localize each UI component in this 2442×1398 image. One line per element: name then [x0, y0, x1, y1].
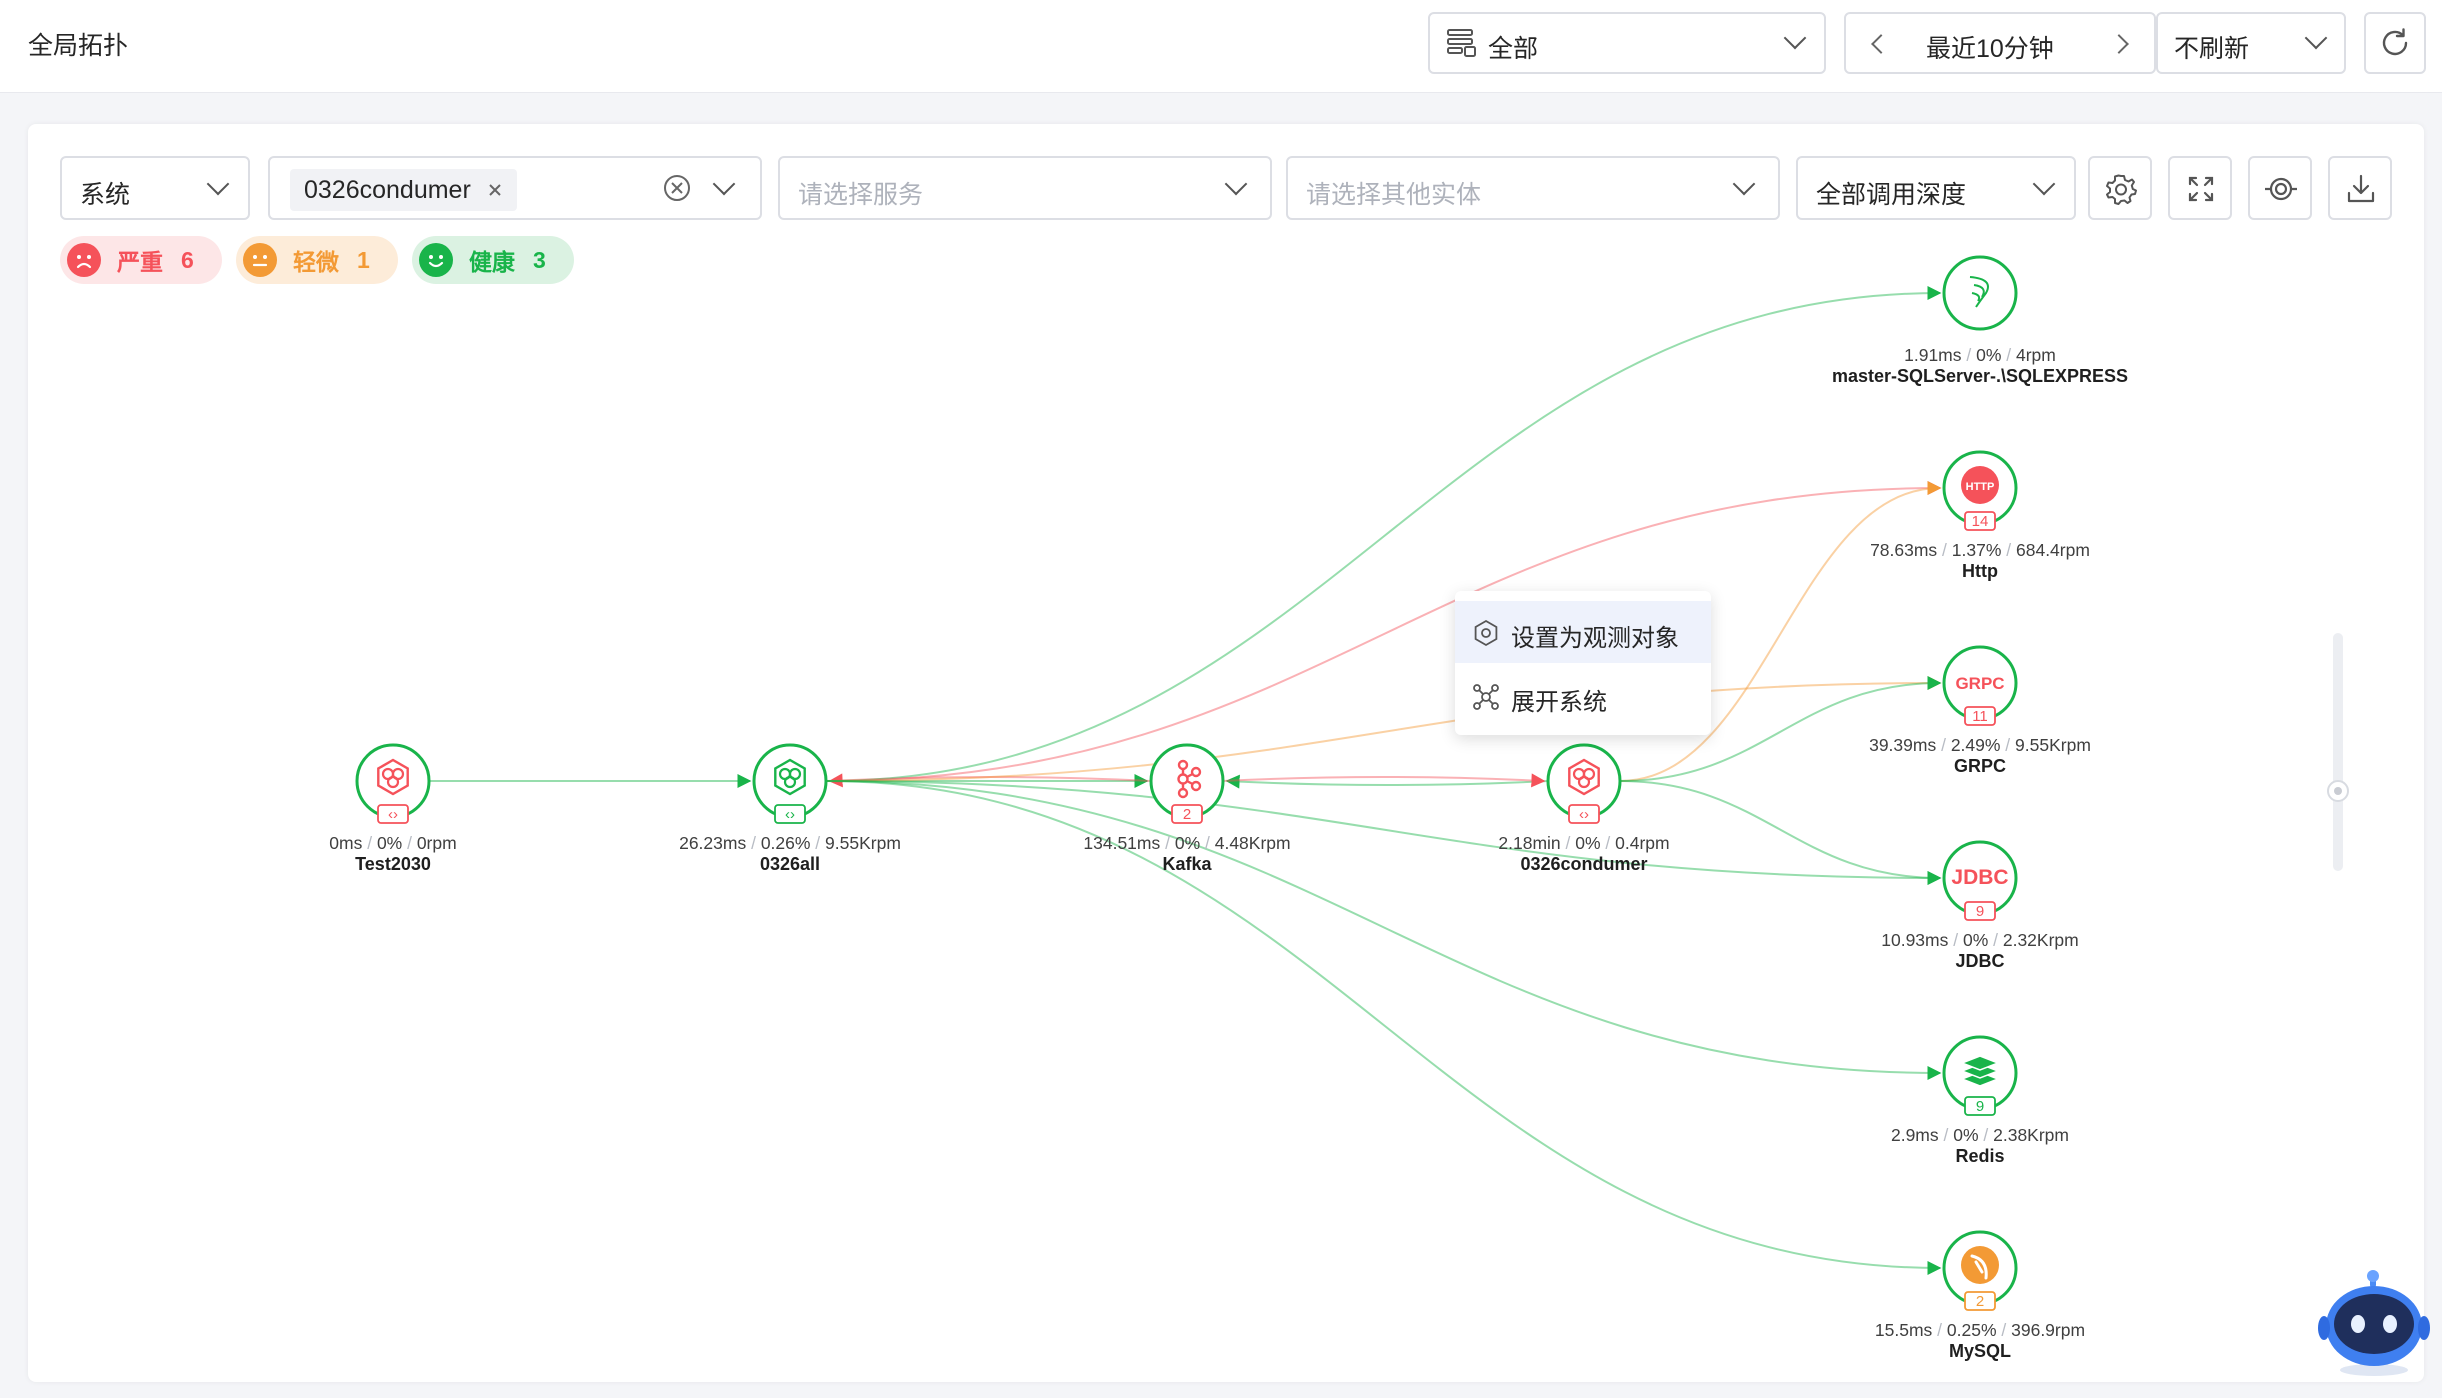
- node-request-rate: 2.38Krpm: [1993, 1125, 2069, 1145]
- jdbc-icon-text: JDBC: [1951, 866, 2008, 889]
- assistant-robot-icon[interactable]: [2318, 1270, 2430, 1380]
- node-name: 0326all: [760, 854, 820, 874]
- node-0326condumer[interactable]: ‹› 2.18min / 0% / 0.4rpm0326condumer: [1498, 743, 1670, 874]
- node-request-rate: 2.32Krpm: [2003, 930, 2079, 950]
- node-metrics: 15.5ms / 0.25% / 396.9rpm: [1875, 1320, 2085, 1340]
- edge-0326all-to-jdbc[interactable]: [825, 780, 1942, 885]
- menu-item-expand-system-label: 展开系统: [1511, 689, 1607, 716]
- node-test2030[interactable]: ‹› 0ms / 0% / 0rpmTest2030: [329, 743, 457, 874]
- node-redis[interactable]: 9 2.9ms / 0% / 2.38KrpmRedis: [1891, 1035, 2069, 1166]
- mysql-icon: [1961, 1246, 1999, 1284]
- node-mysql[interactable]: 2 15.5ms / 0.25% / 396.9rpmMySQL: [1875, 1230, 2085, 1361]
- node-name: MySQL: [1949, 1341, 2011, 1361]
- node-request-rate: 684.4rpm: [2016, 540, 2090, 560]
- menu-item-set-observe-label: 设置为观测对象: [1511, 625, 1679, 652]
- node-jdbc[interactable]: JDBC910.93ms / 0% / 2.32KrpmJDBC: [1881, 840, 2079, 971]
- node-error-rate: 0%: [1175, 833, 1200, 853]
- node-layer: ‹› 0ms / 0% / 0rpmTest2030 ‹› 26.23ms / 0.2…: [329, 255, 2128, 1361]
- edge-0326condumer-to-jdbc[interactable]: [1619, 780, 1942, 885]
- node-name: Kafka: [1162, 854, 1212, 874]
- node-latency: 15.5ms: [1875, 1320, 1933, 1340]
- node-request-rate: 4.48Krpm: [1215, 833, 1291, 853]
- node-name: JDBC: [1955, 951, 2004, 971]
- node-badge-text: 2: [1976, 1293, 1984, 1310]
- node-badge-text: 9: [1976, 1098, 1984, 1115]
- node-name: Test2030: [355, 854, 431, 874]
- node-metrics: 39.39ms / 2.49% / 9.55Krpm: [1869, 735, 2091, 755]
- node-latency: 2.9ms: [1891, 1125, 1939, 1145]
- node-request-rate: 0.4rpm: [1615, 833, 1669, 853]
- node-badge-text: ‹›: [1579, 806, 1589, 823]
- node-metrics: 78.63ms / 1.37% / 684.4rpm: [1870, 540, 2090, 560]
- node-latency: 10.93ms: [1881, 930, 1948, 950]
- node-error-rate: 0%: [1575, 833, 1600, 853]
- expand-graph-icon: [1473, 684, 1499, 710]
- edge-0326condumer-to-kafka[interactable]: [1225, 774, 1549, 789]
- node-context-menu: 设置为观测对象 展开系统: [1455, 591, 1711, 735]
- node-badge-text: 2: [1183, 806, 1191, 823]
- http-icon-text: HTTP: [1966, 481, 1995, 493]
- node-latency: 134.51ms: [1083, 833, 1160, 853]
- node-error-rate: 1.37%: [1952, 540, 2002, 560]
- node-sqlserver[interactable]: 1.91ms / 0% / 4rpmmaster-SQLServer-.\SQL…: [1832, 255, 2128, 386]
- observe-target-icon: [1474, 619, 1498, 647]
- edge-0326all-to-sqlserver[interactable]: [825, 286, 1942, 782]
- node-error-rate: 0.26%: [761, 833, 811, 853]
- node-latency: 78.63ms: [1870, 540, 1937, 560]
- zoom-slider-handle[interactable]: [2327, 780, 2349, 802]
- node-error-rate: 2.49%: [1951, 735, 2001, 755]
- node-error-rate: 0%: [377, 833, 402, 853]
- node-error-rate: 0%: [1963, 930, 1988, 950]
- node-badge-text: ‹›: [388, 806, 398, 823]
- node-badge-text: ‹›: [785, 806, 795, 823]
- node-ring[interactable]: [1942, 255, 2018, 331]
- edge-0326all-to-grpc[interactable]: [825, 676, 1942, 782]
- grpc-icon-text: GRPC: [1955, 674, 2004, 693]
- node-metrics: 134.51ms / 0% / 4.48Krpm: [1083, 833, 1290, 853]
- node-request-rate: 0rpm: [417, 833, 457, 853]
- node-name: Http: [1962, 561, 1998, 581]
- node-badge-text: 14: [1972, 513, 1989, 530]
- node-grpc[interactable]: GRPC1139.39ms / 2.49% / 9.55KrpmGRPC: [1869, 645, 2091, 776]
- edge-kafka-to-0326condumer[interactable]: [1222, 773, 1546, 788]
- node-request-rate: 4rpm: [2016, 345, 2056, 365]
- node-error-rate: 0%: [1976, 345, 2001, 365]
- node-http[interactable]: HTTP 14 78.63ms / 1.37% / 684.4rpmHttp: [1870, 450, 2090, 581]
- edge-0326all-to-mysql[interactable]: [825, 780, 1942, 1275]
- node-name: 0326condumer: [1520, 854, 1647, 874]
- node-name: GRPC: [1954, 756, 2006, 776]
- node-metrics: 10.93ms / 0% / 2.32Krpm: [1881, 930, 2078, 950]
- node-latency: 39.39ms: [1869, 735, 1936, 755]
- node-metrics: 26.23ms / 0.26% / 9.55Krpm: [679, 833, 901, 853]
- node-badge-text: 9: [1976, 903, 1984, 920]
- node-metrics: 0ms / 0% / 0rpm: [329, 833, 456, 853]
- node-request-rate: 396.9rpm: [2011, 1320, 2085, 1340]
- node-metrics: 2.18min / 0% / 0.4rpm: [1498, 833, 1669, 853]
- grpc-icon: GRPC: [1955, 674, 2004, 693]
- redis-icon: [1959, 1055, 2001, 1087]
- http-icon: HTTP: [1961, 466, 1999, 504]
- node-latency: 2.18min: [1498, 833, 1560, 853]
- jdbc-icon: JDBC: [1951, 866, 2008, 889]
- node-latency: 0ms: [329, 833, 362, 853]
- node-request-rate: 9.55Krpm: [825, 833, 901, 853]
- topology-graph[interactable]: ‹› 0ms / 0% / 0rpmTest2030 ‹› 26.23ms / 0.2…: [0, 0, 2442, 1398]
- node-name: Redis: [1955, 1146, 2004, 1166]
- node-kafka[interactable]: 2 134.51ms / 0% / 4.48KrpmKafka: [1083, 743, 1291, 874]
- node-badge-text: 11: [1972, 708, 1988, 725]
- node-error-rate: 0.25%: [1947, 1320, 1997, 1340]
- node-request-rate: 9.55Krpm: [2015, 735, 2091, 755]
- node-latency: 1.91ms: [1904, 345, 1962, 365]
- node-0326all[interactable]: ‹› 26.23ms / 0.26% / 9.55Krpm0326all: [679, 743, 901, 874]
- node-latency: 26.23ms: [679, 833, 746, 853]
- zoom-slider-track[interactable]: [2333, 633, 2343, 871]
- menu-item-set-observe[interactable]: 设置为观测对象: [1455, 601, 1711, 663]
- node-metrics: 1.91ms / 0% / 4rpm: [1904, 345, 2056, 365]
- node-name: master-SQLServer-.\SQLEXPRESS: [1832, 366, 2128, 386]
- menu-item-expand-system[interactable]: 展开系统: [1455, 665, 1711, 727]
- node-error-rate: 0%: [1953, 1125, 1978, 1145]
- node-metrics: 2.9ms / 0% / 2.38Krpm: [1891, 1125, 2069, 1145]
